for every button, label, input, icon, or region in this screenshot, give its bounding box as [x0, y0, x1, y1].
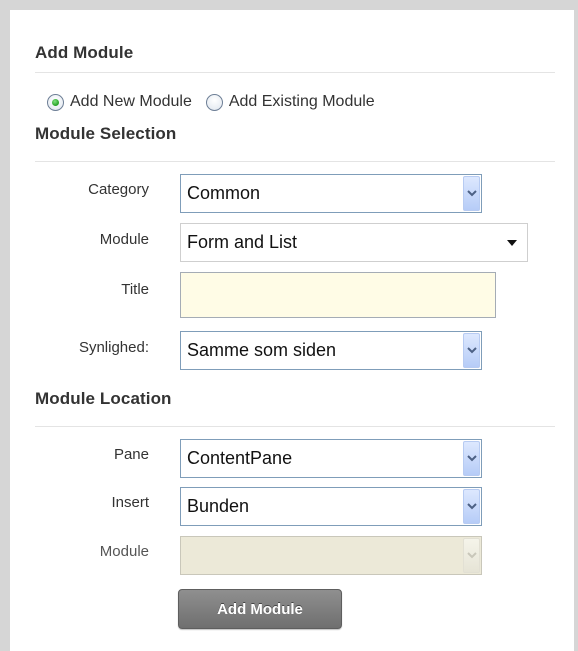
chevron-down-icon[interactable]	[463, 176, 480, 211]
module-select[interactable]: Form and List	[180, 223, 528, 262]
radio-add-existing-module[interactable]	[205, 93, 223, 111]
chevron-down-icon[interactable]	[463, 489, 480, 524]
pane-value: ContentPane	[187, 448, 293, 468]
insert-value: Bunden	[187, 496, 250, 516]
radio-label-add-new[interactable]: Add New Module	[70, 93, 192, 111]
insert-select[interactable]: Bunden	[180, 487, 482, 526]
chevron-down-icon[interactable]	[463, 441, 480, 476]
module-location-title: Module Location	[35, 389, 172, 408]
radio-label-add-existing[interactable]: Add Existing Module	[229, 93, 375, 111]
module-label: Module	[99, 231, 149, 248]
title-input[interactable]	[180, 272, 496, 318]
pane-select[interactable]: ContentPane	[180, 439, 482, 478]
add-module-title: Add Module	[35, 43, 134, 62]
insert-label: Insert	[111, 494, 149, 511]
pane-label: Pane	[113, 446, 149, 463]
category-value: Common	[187, 183, 261, 203]
visibility-value: Samme som siden	[187, 340, 337, 360]
module-selection-title: Module Selection	[35, 124, 177, 143]
category-select[interactable]: Common	[180, 174, 482, 213]
add-module-button[interactable]: Add Module	[178, 589, 342, 629]
radio-group: Add New Module Add Existing Module	[47, 93, 375, 111]
chevron-down-icon	[463, 538, 480, 573]
visibility-label: Synlighed:	[78, 339, 149, 356]
divider	[35, 426, 555, 427]
module-value: Form and List	[187, 232, 298, 252]
visibility-select[interactable]: Samme som siden	[180, 331, 482, 370]
divider	[35, 72, 555, 73]
chevron-down-icon[interactable]	[463, 333, 480, 368]
location-module-select	[180, 536, 482, 575]
location-module-label: Module	[99, 543, 149, 560]
divider	[35, 161, 555, 162]
category-label: Category	[88, 181, 149, 198]
caret-down-icon[interactable]	[507, 239, 517, 246]
title-label: Title	[121, 281, 149, 298]
radio-add-new-module[interactable]	[47, 93, 64, 111]
